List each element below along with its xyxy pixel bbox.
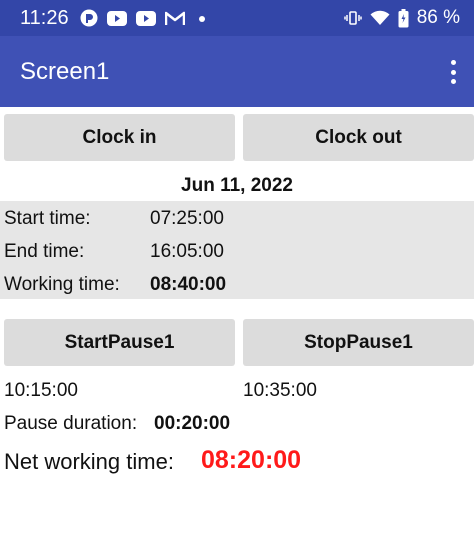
dot-icon <box>194 11 210 26</box>
net-working-time-value: 08:20:00 <box>201 446 302 474</box>
app-c-icon <box>80 9 98 27</box>
start-pause-button[interactable]: StartPause1 <box>4 319 235 366</box>
status-time: 11:26 <box>20 7 69 29</box>
youtube-icon <box>107 10 127 26</box>
end-time-label: End time: <box>4 241 85 262</box>
app-bar: Screen1 <box>0 36 474 107</box>
notification-icons <box>80 9 210 27</box>
menu-dot <box>450 79 456 84</box>
menu-dot <box>450 69 456 75</box>
battery-icon <box>398 8 409 28</box>
time-summary-panel: Start time: 07:25:00 End time: 16:05:00 … <box>0 201 474 299</box>
pause-duration-label: Pause duration: <box>4 413 138 434</box>
net-working-time-label: Net working time: <box>4 449 174 474</box>
clock-out-button[interactable]: Clock out <box>243 114 474 161</box>
working-time-value: 08:40:00 <box>150 274 227 295</box>
wifi-icon <box>370 10 390 26</box>
youtube-icon <box>136 10 156 26</box>
system-icons: 86 % <box>343 7 460 29</box>
start-time-value: 07:25:00 <box>150 208 224 229</box>
stop-pause-button[interactable]: StopPause1 <box>243 319 474 366</box>
working-time-label: Working time: <box>4 274 120 295</box>
pause-duration-value: 00:20:00 <box>154 413 231 434</box>
end-time-value: 16:05:00 <box>150 241 224 262</box>
start-time-label: Start time: <box>4 208 91 229</box>
gmail-icon <box>165 11 185 26</box>
page-title: Screen1 <box>20 58 110 85</box>
pause-stop-time: 10:35:00 <box>243 380 317 401</box>
menu-dot <box>450 60 456 65</box>
vibrate-icon <box>343 9 362 27</box>
pause-start-time: 10:15:00 <box>4 380 78 401</box>
date-label: Jun 11, 2022 <box>181 175 293 196</box>
status-bar: 11:26 86 % <box>0 0 474 36</box>
battery-percent: 86 % <box>416 7 460 28</box>
more-vert-icon[interactable] <box>448 60 458 84</box>
clock-in-button[interactable]: Clock in <box>4 114 235 161</box>
